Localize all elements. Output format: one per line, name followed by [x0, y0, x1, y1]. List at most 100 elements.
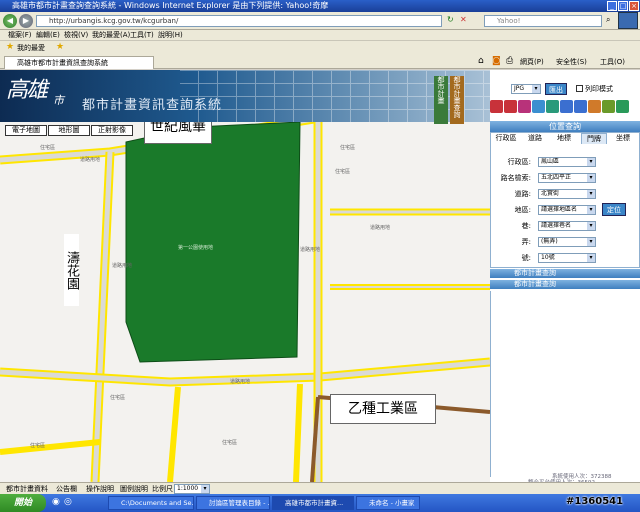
- back-icon[interactable]: ◀: [3, 14, 17, 28]
- page-menu[interactable]: 網頁(P): [520, 55, 544, 69]
- refresh-icon[interactable]: ↻: [447, 15, 454, 24]
- urban-plan-query-label-2: 都市計畫查詢: [514, 280, 556, 288]
- map-tools: [490, 98, 640, 116]
- browser-tab[interactable]: 高雄市都市計畫資訊查詢系統: [4, 56, 154, 69]
- map-tab-ortho-label: 正射影像: [98, 126, 126, 134]
- query-tab-road[interactable]: 道路: [522, 133, 548, 144]
- locate-button[interactable]: 定位: [602, 203, 626, 216]
- urban-plan-query-panel-2[interactable]: 都市計畫查詢: [490, 280, 640, 289]
- zoom-in-icon[interactable]: [490, 100, 503, 113]
- scale-select[interactable]: 1:1000: [174, 484, 210, 494]
- menu-file[interactable]: 檔案(F): [8, 30, 32, 41]
- favorites-bar: ★ 我的最愛 ★: [0, 41, 640, 55]
- quick-launch-icon[interactable]: ◉: [52, 497, 60, 507]
- address-input[interactable]: http://urbangis.kcg.gov.tw/kcgurban/: [36, 15, 442, 27]
- road-select[interactable]: 北實街: [538, 189, 596, 199]
- urban-plan-query-panel[interactable]: 都市計畫查詢: [490, 269, 640, 278]
- task-paint[interactable]: 未命名 - 小畫家: [356, 496, 420, 510]
- map-label-residential: 住宅區: [40, 145, 56, 151]
- output-button[interactable]: 匯出: [545, 83, 567, 95]
- watermark: #1360541: [566, 496, 624, 507]
- query-tab-district-label: 行政區: [495, 134, 517, 142]
- map-label-residential: 住宅區: [110, 395, 126, 401]
- task-forum[interactable]: 討論區管理表目錄 - ...: [196, 496, 270, 510]
- area-icon[interactable]: [574, 100, 587, 113]
- query-icon[interactable]: [560, 100, 573, 113]
- identify-icon[interactable]: [546, 100, 559, 113]
- map-tab-terrain[interactable]: 地形圖: [48, 125, 90, 136]
- pan-icon[interactable]: [518, 100, 531, 113]
- zoom-out-icon[interactable]: [504, 100, 517, 113]
- field-label-road-search: 路名檢索:: [500, 174, 531, 182]
- lane-select[interactable]: 請選擇巷名: [538, 221, 596, 231]
- print-icon[interactable]: ⎙: [506, 56, 513, 66]
- number-value: 10號: [541, 254, 555, 261]
- label-shiji-text: 世紀風華: [150, 122, 206, 135]
- query-tab-landmark-label: 地標: [557, 134, 571, 142]
- format-value: JPG: [514, 85, 525, 92]
- map-tab-ortho[interactable]: 正射影像: [91, 125, 133, 136]
- menu-view[interactable]: 檢視(V): [64, 30, 88, 41]
- favorites-star-icon[interactable]: ★: [6, 42, 14, 52]
- task-urban-plan[interactable]: 高雄市都市計畫資...: [272, 496, 354, 510]
- map-label-road: 道路用地: [370, 225, 391, 231]
- alley-select[interactable]: (無弄): [538, 237, 596, 247]
- menu-help[interactable]: 說明(H): [158, 30, 183, 41]
- task-explorer[interactable]: C:\Documents and Se...: [108, 496, 194, 510]
- add-favorite-icon[interactable]: ★: [56, 42, 64, 52]
- clear-icon[interactable]: [588, 100, 601, 113]
- rss-icon[interactable]: ◙: [492, 56, 501, 66]
- menu-favorites[interactable]: 我的最愛(A): [92, 30, 130, 41]
- field-label-area: 地區:: [514, 206, 531, 214]
- urban-plan-query-label: 都市計畫查詢: [514, 269, 556, 277]
- number-select[interactable]: 10號: [538, 253, 596, 263]
- taskbar: 開始 ◉ ◎ C:\Documents and Se... 討論區管理表目錄 -…: [0, 494, 640, 512]
- full-extent-icon[interactable]: [616, 100, 629, 113]
- label-taohua-text: 濤花園: [64, 250, 79, 290]
- map-label-residential: 住宅區: [30, 443, 46, 449]
- query-tab-district[interactable]: 行政區: [493, 133, 519, 144]
- quick-launch-icon[interactable]: ◎: [64, 497, 72, 507]
- area-select[interactable]: 請選擇地區名: [538, 205, 596, 215]
- side-tab-urban-plan[interactable]: 都市計畫: [434, 76, 448, 124]
- forward-icon[interactable]: ▶: [19, 14, 33, 28]
- layer-icon[interactable]: [602, 100, 615, 113]
- map-tab-electronic-label: 電子地圖: [12, 126, 40, 134]
- start-button[interactable]: 開始: [0, 494, 46, 512]
- search-icon[interactable]: ⌕: [606, 15, 610, 25]
- query-tab-address[interactable]: 門牌: [581, 133, 607, 144]
- query-tab-landmark[interactable]: 地標: [551, 133, 577, 144]
- map-status-bar: 都市計畫資料 公告欄 操作說明 圖例說明 比例尺 1:1000: [0, 482, 640, 494]
- map-tab-terrain-label: 地形圖: [58, 126, 80, 134]
- area-value: 請選擇地區名: [541, 206, 578, 213]
- label-shiji: 世紀風華: [144, 122, 212, 144]
- tools-menu[interactable]: 工具(O): [600, 55, 625, 69]
- search-input[interactable]: Yahoo!: [484, 15, 602, 27]
- menu-edit[interactable]: 編輯(E): [36, 30, 60, 41]
- lane-value: 請選擇巷名: [541, 222, 572, 229]
- query-tab-coordinate[interactable]: 坐標: [610, 133, 636, 144]
- task-urban-plan-label: 高雄市都市計畫資...: [285, 499, 344, 507]
- road-search-select[interactable]: 五北四平正: [538, 173, 596, 183]
- map-label-road: 道路用地: [230, 379, 251, 385]
- print-mode-checkbox[interactable]: [576, 85, 583, 92]
- favorites-label[interactable]: 我的最愛: [17, 41, 45, 55]
- menu-tools[interactable]: 工具(T): [130, 30, 154, 41]
- stop-icon[interactable]: ✕: [460, 15, 467, 24]
- task-explorer-label: C:\Documents and Se...: [121, 499, 194, 507]
- road-value: 北實街: [541, 190, 560, 197]
- safety-menu[interactable]: 安全性(S): [556, 55, 587, 69]
- side-tab-urban-query[interactable]: 都市計畫查詢: [450, 76, 464, 124]
- format-select[interactable]: JPG: [511, 84, 541, 94]
- measure-icon[interactable]: [532, 100, 545, 113]
- minimize-button[interactable]: _: [607, 1, 617, 11]
- maximize-button[interactable]: □: [618, 1, 628, 11]
- map-view[interactable]: 住宅區 道路用地 住宅區 住宅區 第一公園使用地 道路用地 道路用地 道路用地 …: [0, 122, 490, 482]
- address-bar: ◀ ▶ http://urbangis.kcg.gov.tw/kcgurban/…: [0, 12, 640, 30]
- side-blank-area: [490, 291, 640, 477]
- query-title: 位置查詢: [549, 122, 581, 131]
- home-icon[interactable]: ⌂: [478, 56, 484, 66]
- close-button[interactable]: ×: [629, 1, 639, 11]
- district-select[interactable]: 鳳山區: [538, 157, 596, 167]
- map-tab-electronic[interactable]: 電子地圖: [5, 125, 47, 136]
